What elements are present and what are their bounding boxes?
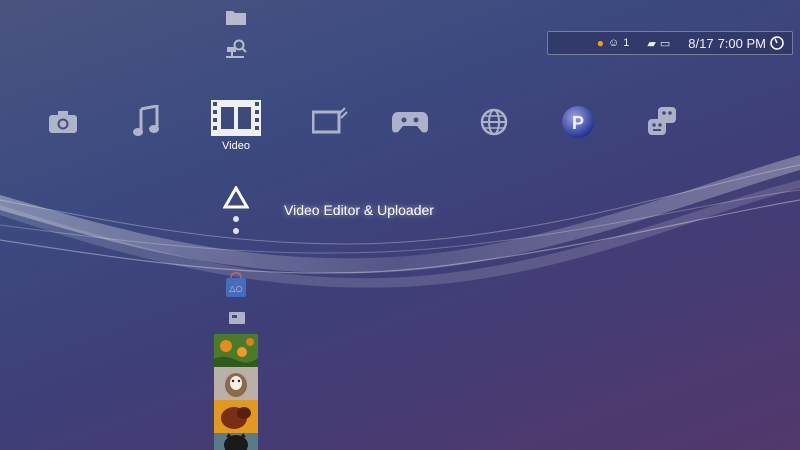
svg-text:△○: △○	[229, 284, 242, 293]
status-bar: ● ☺ 1 ▰ ▭ 8/17 7:00 PM	[547, 31, 793, 55]
friends-icon[interactable]	[646, 106, 678, 138]
video-thumbnail[interactable]	[214, 367, 258, 400]
music-note-icon[interactable]	[133, 105, 161, 137]
svg-text:P: P	[572, 113, 584, 133]
camera-icon[interactable]	[48, 110, 78, 134]
trophy-icon: ●	[596, 36, 605, 50]
selected-item-label[interactable]: Video Editor & Uploader	[284, 202, 434, 218]
folder-icon[interactable]	[225, 8, 247, 26]
category-label-video: Video	[222, 140, 250, 152]
friend-icon: ☺	[608, 37, 620, 49]
video-thumbnail[interactable]	[214, 400, 258, 433]
background-wave	[0, 155, 800, 288]
message-icon: ▭	[659, 37, 671, 50]
status-time: 7:00 PM	[717, 35, 766, 51]
tv-icon[interactable]	[312, 104, 348, 134]
chat-icon: ▰	[647, 37, 656, 50]
film-strip-icon[interactable]	[211, 100, 261, 136]
playstation-store-icon[interactable]: △○	[225, 272, 247, 298]
triangle-icon[interactable]	[223, 186, 249, 210]
globe-icon[interactable]	[480, 108, 508, 136]
submenu-dot	[233, 216, 239, 222]
search-media-server-icon[interactable]	[224, 38, 250, 62]
submenu-dot	[233, 228, 239, 234]
friend-count: 1	[623, 37, 630, 49]
memory-card-icon[interactable]	[228, 311, 246, 325]
video-thumbnail[interactable]	[214, 334, 258, 367]
gamepad-icon[interactable]	[392, 110, 428, 134]
psn-icon[interactable]: P	[561, 105, 595, 139]
status-date: 8/17	[688, 35, 714, 51]
video-thumbnail[interactable]	[214, 433, 258, 450]
clock-icon	[770, 36, 784, 50]
